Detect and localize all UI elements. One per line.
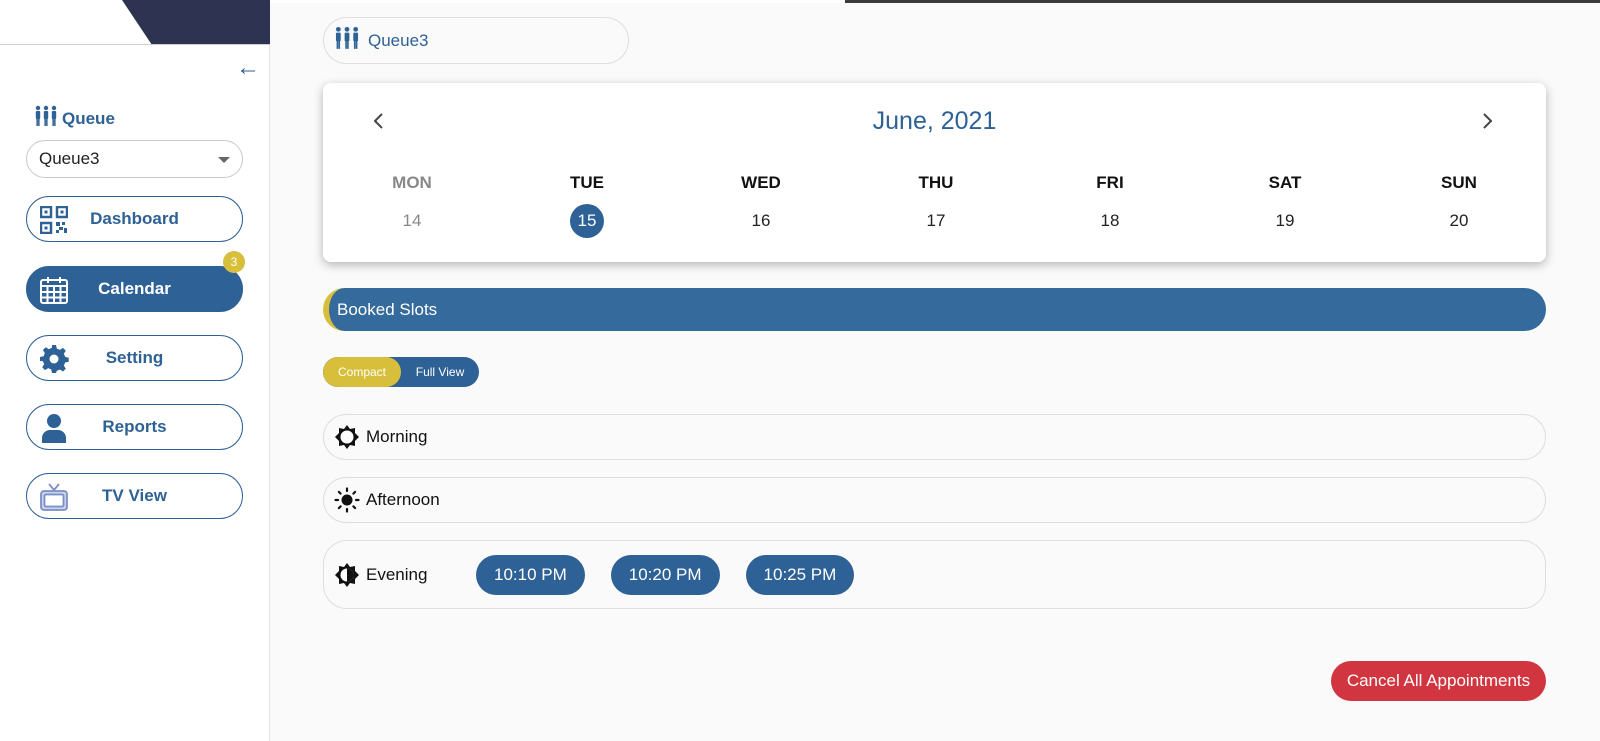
day-name: WED xyxy=(741,173,781,192)
day-date: 14 xyxy=(402,211,422,230)
day-name: MON xyxy=(392,173,432,192)
calendar-day-fri[interactable]: FRI 18 xyxy=(1050,173,1170,238)
sunrise-icon xyxy=(334,424,360,450)
arrow-left-icon: ← xyxy=(236,54,260,81)
period-label: Morning xyxy=(366,427,428,446)
calendar-day-tue[interactable]: TUE 15 xyxy=(527,173,647,238)
cancel-all-appointments-button[interactable]: Cancel All Appointments xyxy=(1331,661,1546,701)
sidebar-item-label: Dashboard xyxy=(90,209,179,228)
day-name: SAT xyxy=(1268,173,1302,192)
sidebar-item-setting[interactable]: Setting xyxy=(26,335,243,381)
calendar-day-thu[interactable]: THU 17 xyxy=(876,173,996,238)
sidebar-item-label: TV View xyxy=(102,486,167,505)
sidebar-item-label: Reports xyxy=(102,417,167,436)
period-label: Evening xyxy=(366,564,428,584)
day-name: THU xyxy=(918,173,954,192)
calendar-month-title: June, 2021 xyxy=(872,107,997,135)
day-date: 18 xyxy=(1100,211,1120,230)
collapse-sidebar-button[interactable]: ← xyxy=(236,56,262,80)
brand-header xyxy=(0,0,270,45)
calendar-day-wed[interactable]: WED 16 xyxy=(701,173,821,238)
half-sun-icon xyxy=(334,562,360,588)
sidebar-item-label: Calendar xyxy=(98,279,171,298)
day-date: 17 xyxy=(926,211,946,230)
booked-slots-label: Booked Slots xyxy=(337,299,438,319)
sun-icon xyxy=(334,487,360,513)
sidebar-item-reports[interactable]: Reports xyxy=(26,404,243,450)
sidebar-item-label: Setting xyxy=(105,348,164,367)
chevron-right-icon xyxy=(1483,113,1493,129)
day-date: 20 xyxy=(1449,211,1469,230)
sidebar-item-dashboard[interactable]: Dashboard xyxy=(26,196,243,242)
booked-slots-bar: Booked Slots xyxy=(323,288,1546,331)
day-name: TUE xyxy=(570,173,604,192)
queue-label: Queue xyxy=(62,108,115,128)
week-calendar: June, 2021 MON 14 TUE 15 WED 16 THU 17 F… xyxy=(323,83,1546,262)
compact-view-option[interactable]: Compact xyxy=(323,357,401,387)
calendar-day-sun[interactable]: SUN 20 xyxy=(1399,173,1519,238)
sidebar-item-calendar[interactable]: Calendar 3 xyxy=(26,251,245,312)
day-date: 16 xyxy=(751,211,771,230)
day-date: 19 xyxy=(1275,211,1295,230)
afternoon-section[interactable]: Afternoon xyxy=(323,477,1546,523)
notification-badge: 3 xyxy=(223,251,245,273)
queue-select[interactable]: Queue3 xyxy=(26,140,243,178)
queue-select-value: Queue3 xyxy=(39,149,100,168)
people-group-icon xyxy=(334,25,360,56)
day-name: SUN xyxy=(1441,173,1477,192)
day-name: FRI xyxy=(1096,173,1124,192)
time-slot-button[interactable]: 10:10 PM xyxy=(476,554,585,595)
time-slot-button[interactable]: 10:20 PM xyxy=(610,554,720,595)
period-label: Afternoon xyxy=(366,490,440,509)
sidebar-item-tv-view[interactable]: TV View xyxy=(26,473,243,519)
next-week-button[interactable] xyxy=(1475,109,1499,133)
morning-section[interactable]: Morning xyxy=(323,414,1546,460)
full-view-option[interactable]: Full View xyxy=(401,357,479,387)
current-queue-pill[interactable]: Queue3 xyxy=(323,17,629,64)
selected-day-date: 15 xyxy=(570,204,604,238)
current-queue-label: Queue3 xyxy=(368,30,429,50)
time-slot-button[interactable]: 10:25 PM xyxy=(745,554,855,595)
people-group-icon xyxy=(34,104,58,133)
view-mode-toggle[interactable]: Compact Full View xyxy=(323,357,479,387)
queue-label-row: Queue xyxy=(34,104,115,133)
sidebar: ← Queue Queue3 Dashboard Calendar 3 Sett… xyxy=(0,0,270,741)
evening-section[interactable]: Evening 10:10 PM 10:20 PM 10:25 PM xyxy=(323,540,1546,609)
calendar-day-sat[interactable]: SAT 19 xyxy=(1225,173,1345,238)
chevron-down-icon xyxy=(218,157,230,163)
calendar-day-mon[interactable]: MON 14 xyxy=(352,173,472,238)
brand-logo xyxy=(122,0,270,44)
